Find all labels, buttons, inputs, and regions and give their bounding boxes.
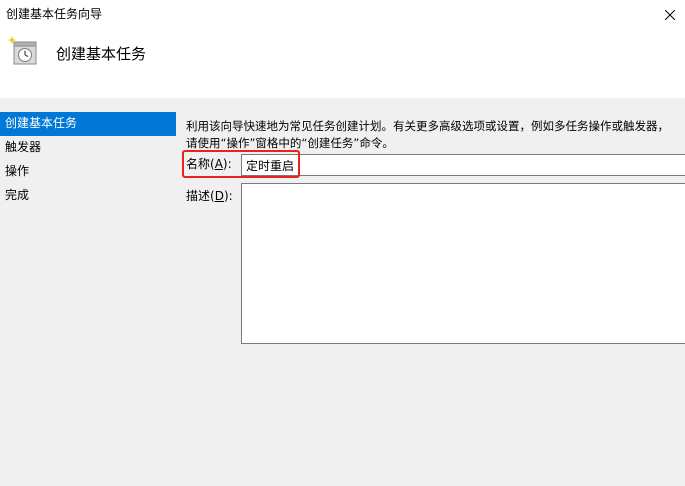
step-create-basic-task[interactable]: 创建基本任务 (0, 112, 176, 136)
title-bar: 创建基本任务向导 (0, 0, 685, 30)
close-button[interactable] (655, 0, 685, 30)
step-trigger[interactable]: 触发器 (0, 136, 176, 160)
name-input[interactable] (241, 154, 685, 176)
description-label: 描述(D): (186, 189, 233, 203)
close-icon (665, 10, 675, 20)
wizard-heading: 创建基本任务 (56, 45, 147, 63)
name-label: 名称(A): (186, 157, 232, 171)
description-input[interactable] (241, 183, 685, 344)
step-finish[interactable]: 完成 (0, 184, 176, 208)
step-list: 创建基本任务 触发器 操作 完成 (0, 112, 176, 208)
wizard-header: 创建基本任务 (0, 30, 685, 98)
wizard-description: 利用该向导快速地为常见任务创建计划。有关更多高级选项或设置，例如多任务操作或触发… (186, 119, 669, 150)
scheduled-task-clock-icon (7, 36, 37, 65)
step-action[interactable]: 操作 (0, 160, 176, 184)
window-title: 创建基本任务向导 (6, 7, 103, 21)
description-area: 利用该向导快速地为常见任务创建计划。有关更多高级选项或设置，例如多任务操作或触发… (186, 118, 685, 152)
wizard-body: 创建基本任务 触发器 操作 完成 利用该向导快速地为常见任务创建计划。有关更多高… (0, 98, 685, 486)
wizard-window: 创建基本任务向导 创建基本任务 创建基本任务 触发器 操作 完成 利用该向导快速… (0, 0, 685, 486)
